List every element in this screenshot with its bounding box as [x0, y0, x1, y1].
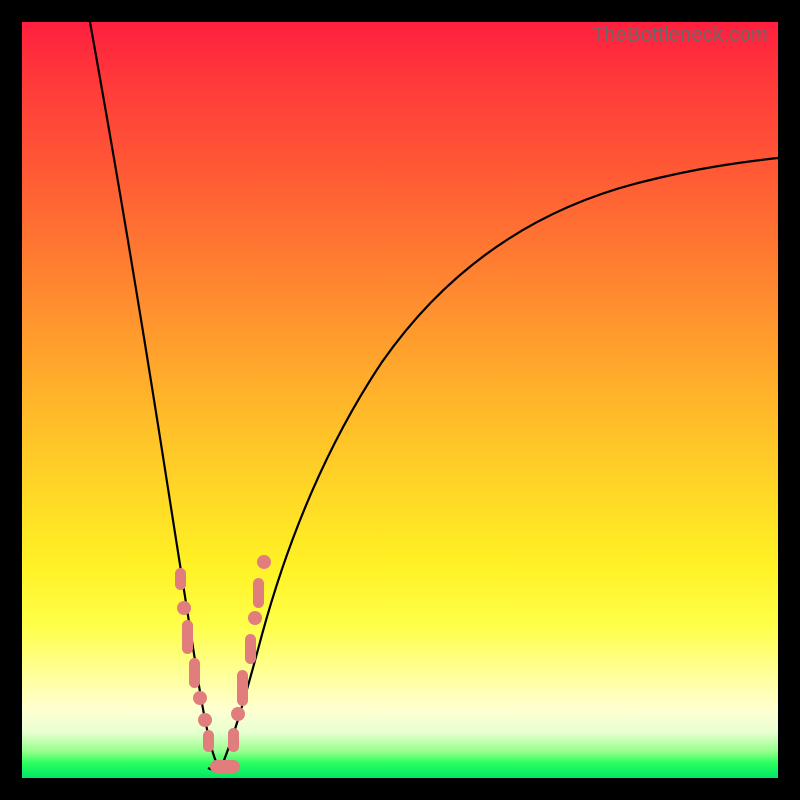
marker-group [175, 555, 271, 773]
bottleneck-curve [22, 22, 778, 778]
watermark-text: TheBottleneck.com [592, 24, 768, 47]
curve-left-branch [90, 22, 220, 770]
curve-right-branch [220, 158, 778, 770]
chart-frame: TheBottleneck.com [22, 22, 778, 778]
